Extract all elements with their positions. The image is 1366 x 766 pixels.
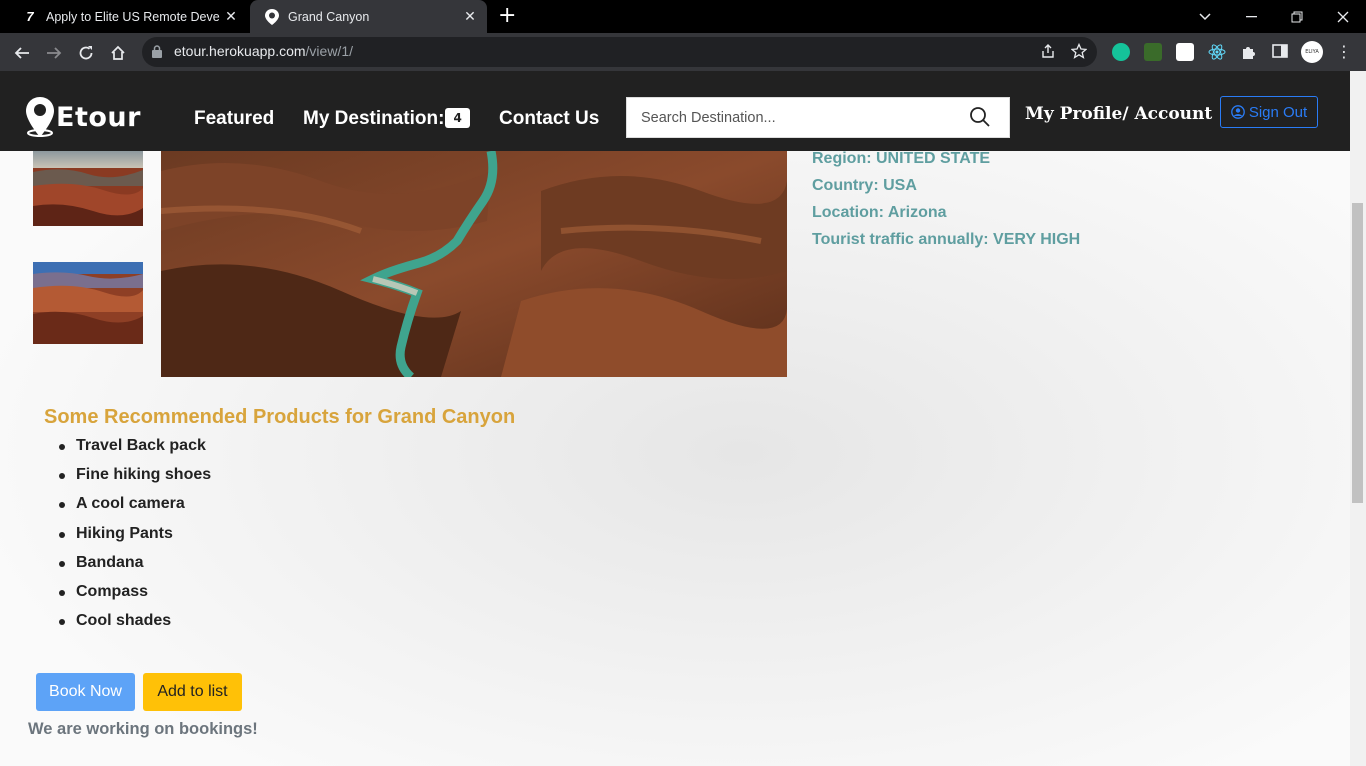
- nav-featured-link[interactable]: Featured: [194, 108, 274, 130]
- back-icon[interactable]: [11, 42, 33, 64]
- list-item: Fine hiking shoes: [58, 466, 211, 495]
- recommended-products-heading: Some Recommended Products for Grand Cany…: [44, 406, 516, 428]
- map-pin-logo-icon: [26, 97, 54, 137]
- nav-contact-link[interactable]: Contact Us: [499, 108, 599, 130]
- list-item: Travel Back pack: [58, 437, 211, 466]
- list-item: Compass: [58, 583, 211, 612]
- list-item: Bandana: [58, 554, 211, 583]
- side-panel-icon[interactable]: [1272, 43, 1290, 61]
- turing-favicon-icon: 7: [26, 9, 34, 24]
- page-scrollbar-thumb[interactable]: [1352, 203, 1363, 503]
- book-now-button[interactable]: Book Now: [36, 673, 135, 711]
- sign-out-button[interactable]: Sign Out: [1220, 96, 1318, 128]
- browser-menu-icon[interactable]: ⋮: [1336, 43, 1352, 61]
- list-item: A cool camera: [58, 495, 211, 524]
- destination-details: Region: UNITED STATE Country: USA Locati…: [812, 145, 1080, 253]
- gallery-thumbnail-2[interactable]: [33, 262, 143, 344]
- map-pin-favicon-icon: [264, 8, 280, 25]
- lock-icon[interactable]: [152, 45, 162, 58]
- url-text: etour.herokuapp.com/view/1/: [174, 43, 353, 59]
- my-profile-link[interactable]: My Profile/ Account: [1025, 104, 1212, 124]
- new-tab-icon[interactable]: +: [498, 5, 516, 27]
- destination-count-badge: 4: [445, 108, 470, 128]
- add-to-list-button[interactable]: Add to list: [143, 673, 242, 711]
- restore-icon[interactable]: [1274, 0, 1320, 33]
- bookmark-star-icon[interactable]: [1070, 42, 1088, 63]
- sign-out-label: Sign Out: [1248, 103, 1308, 121]
- list-item: Hiking Pants: [58, 525, 211, 554]
- forward-icon[interactable]: [43, 42, 65, 64]
- minimize-icon[interactable]: [1228, 0, 1274, 33]
- site-navbar: Etour Featured My Destination: 4 Contact …: [0, 71, 1350, 151]
- tab-title: Grand Canyon: [288, 9, 370, 24]
- home-icon[interactable]: [107, 42, 129, 64]
- tourist-traffic-text: Tourist traffic annually: VERY HIGH: [812, 231, 1081, 248]
- address-bar[interactable]: etour.herokuapp.com/view/1/: [142, 37, 1097, 67]
- browser-tab-1[interactable]: 7 Apply to Elite US Remote Develop ✕: [8, 0, 248, 33]
- search-box: [626, 97, 1010, 138]
- etour-logo[interactable]: Etour: [26, 97, 141, 137]
- search-icon[interactable]: [969, 106, 991, 128]
- profile-avatar[interactable]: ELIYA: [1301, 41, 1323, 63]
- react-devtools-icon[interactable]: [1208, 43, 1226, 61]
- extensions-puzzle-icon[interactable]: [1240, 43, 1258, 61]
- booking-status-text: We are working on bookings!: [28, 720, 258, 738]
- nav-my-destination-label: My Destination:: [303, 108, 445, 129]
- page-viewport: Etour Featured My Destination: 4 Contact …: [0, 71, 1350, 766]
- reload-icon[interactable]: [75, 42, 97, 64]
- share-icon[interactable]: [1040, 43, 1056, 63]
- grammarly-icon[interactable]: [1112, 43, 1130, 61]
- close-window-icon[interactable]: [1320, 0, 1366, 33]
- brand-name: Etour: [56, 101, 141, 133]
- close-tab-icon[interactable]: ✕: [459, 8, 481, 25]
- location-text: Location: Arizona: [812, 204, 947, 221]
- list-item: Cool shades: [58, 612, 211, 641]
- country-text: Country: USA: [812, 177, 917, 194]
- user-circle-icon: [1230, 105, 1245, 119]
- search-input[interactable]: [627, 98, 957, 137]
- tab-title: Apply to Elite US Remote Develop: [46, 9, 220, 24]
- recommended-products-list: Travel Back pack Fine hiking shoes A coo…: [58, 437, 211, 641]
- gallery-thumbnail-1[interactable]: [33, 146, 143, 226]
- browser-tab-bar: 7 Apply to Elite US Remote Develop ✕ Gra…: [0, 0, 1366, 33]
- tab-search-icon[interactable]: [1182, 0, 1228, 33]
- qr-code-icon[interactable]: [1176, 43, 1194, 61]
- screen-capture-extension-icon[interactable]: [1144, 43, 1162, 61]
- close-tab-icon[interactable]: ✕: [220, 8, 242, 25]
- destination-main-image: [161, 151, 787, 377]
- browser-tab-2[interactable]: Grand Canyon ✕: [250, 0, 487, 33]
- nav-my-destination-link[interactable]: My Destination: 4: [303, 108, 470, 130]
- browser-toolbar: etour.herokuapp.com/view/1/ ELIYA ⋮: [0, 33, 1366, 71]
